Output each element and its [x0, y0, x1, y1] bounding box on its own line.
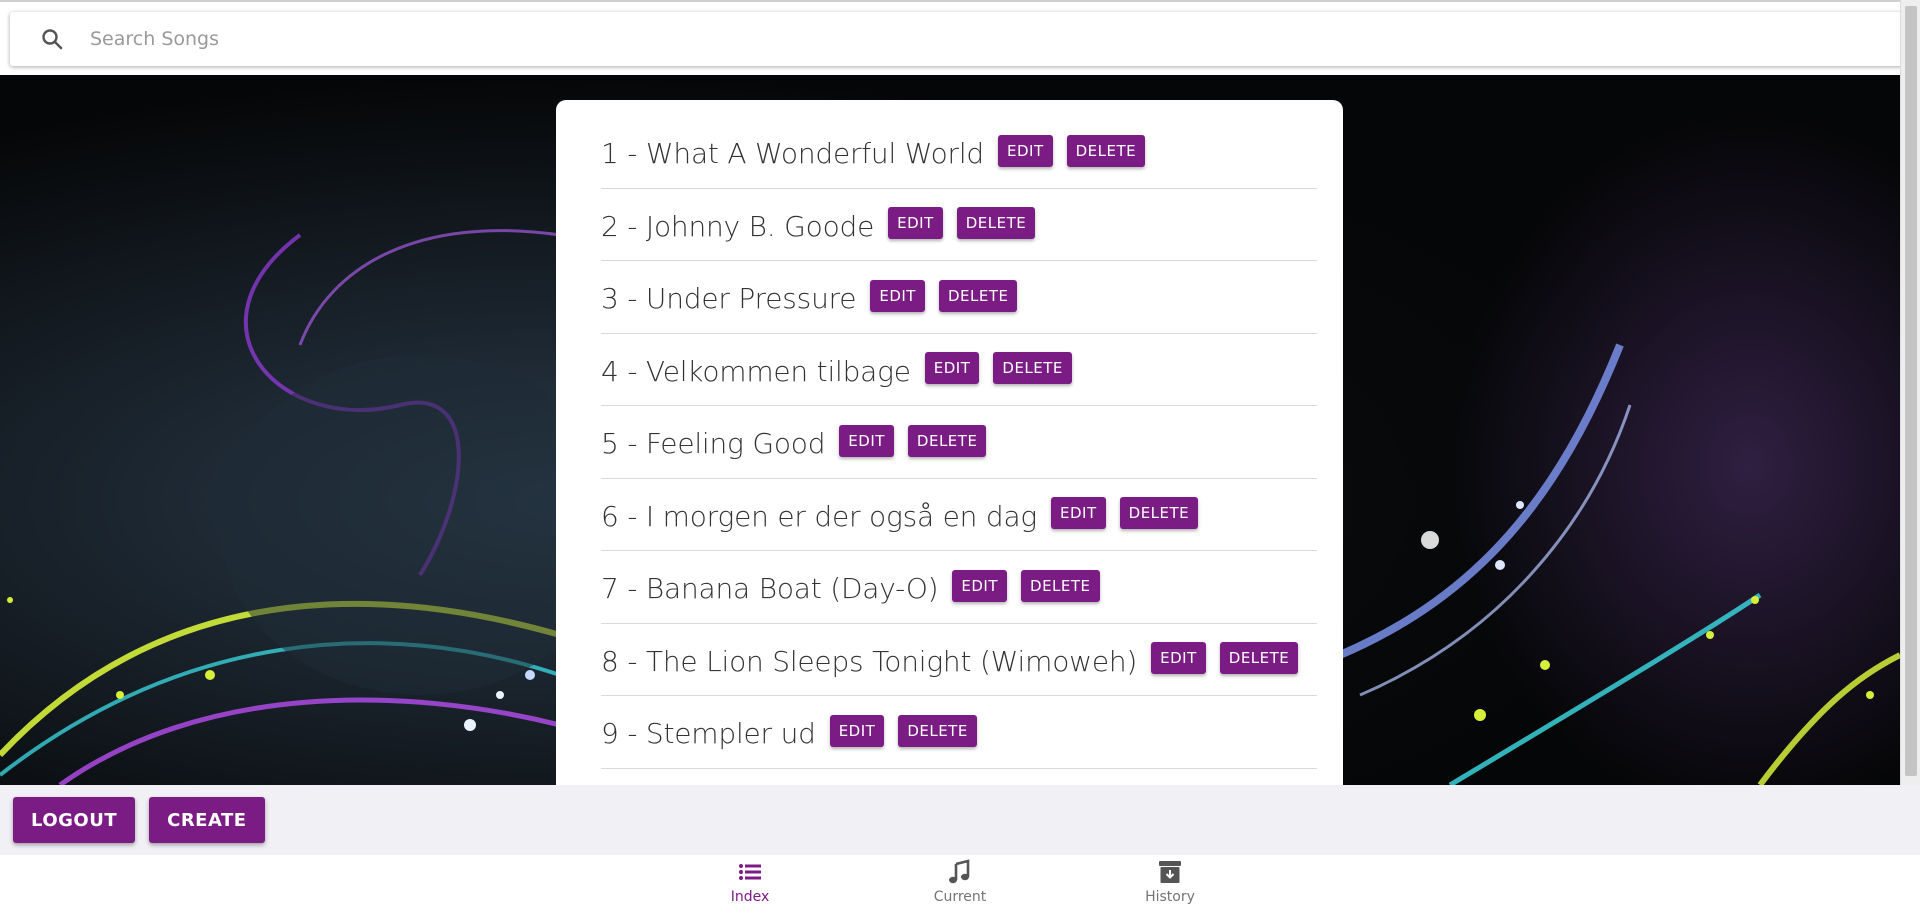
edit-button[interactable]: EDIT	[998, 134, 1053, 167]
edit-button[interactable]: EDIT	[839, 424, 894, 457]
delete-button[interactable]: DELETE	[907, 424, 987, 457]
nav-item-history[interactable]: History	[1065, 855, 1275, 913]
logout-button[interactable]: LOGOUT	[13, 797, 136, 843]
song-row: 3 - Under Pressure EDIT DELETE	[601, 261, 1317, 334]
song-title[interactable]: 6 - I morgen er der også en dag	[601, 500, 1037, 533]
search-header	[0, 0, 1920, 75]
song-title[interactable]: 1 - What A Wonderful World	[601, 137, 984, 170]
nav-item-current[interactable]: Current	[855, 855, 1065, 913]
delete-button[interactable]: DELETE	[898, 714, 977, 747]
song-list-card: 1 - What A Wonderful World EDIT DELETE 2…	[556, 100, 1343, 785]
song-row: 7 - Banana Boat (Day-O) EDIT DELETE	[601, 551, 1317, 624]
list-icon	[739, 864, 761, 880]
song-list: 1 - What A Wonderful World EDIT DELETE 2…	[601, 116, 1317, 769]
nav-label: History	[1145, 889, 1195, 905]
bottom-navigation: Index Current History	[0, 855, 1920, 913]
delete-button[interactable]: DELETE	[993, 352, 1072, 385]
page-scrollbar[interactable]	[1900, 0, 1920, 785]
delete-button[interactable]: DELETE	[1066, 134, 1146, 167]
song-title[interactable]: 7 - Banana Boat (Day-O)	[601, 572, 939, 605]
search-icon[interactable]	[40, 27, 64, 51]
song-title[interactable]: 2 - Johnny B. Goode	[601, 210, 874, 243]
search-bar[interactable]	[10, 12, 1908, 66]
song-row: 5 - Feeling Good EDIT DELETE	[601, 406, 1317, 479]
song-row: 2 - Johnny B. Goode EDIT DELETE	[601, 189, 1317, 261]
delete-button[interactable]: DELETE	[1219, 642, 1299, 675]
delete-button[interactable]: DELETE	[956, 207, 1036, 240]
scrollbar-thumb[interactable]	[1905, 6, 1917, 776]
edit-button[interactable]: EDIT	[952, 569, 1008, 602]
song-row: 9 - Stempler ud EDIT DELETE	[601, 696, 1317, 769]
delete-button[interactable]: DELETE	[1021, 569, 1100, 602]
song-title[interactable]: 4 - Velkommen tilbage	[601, 355, 911, 388]
edit-button[interactable]: EDIT	[1151, 642, 1206, 675]
delete-button[interactable]: DELETE	[938, 279, 1018, 312]
song-row: 1 - What A Wonderful World EDIT DELETE	[601, 116, 1317, 189]
song-title[interactable]: 9 - Stempler ud	[601, 717, 816, 750]
song-row: 4 - Velkommen tilbage EDIT DELETE	[601, 334, 1317, 406]
delete-button[interactable]: DELETE	[1119, 497, 1199, 530]
edit-button[interactable]: EDIT	[924, 352, 980, 385]
song-row: 6 - I morgen er der også en dag EDIT DEL…	[601, 479, 1317, 551]
edit-button[interactable]: EDIT	[829, 714, 885, 747]
create-button[interactable]: CREATE	[149, 797, 265, 843]
song-title[interactable]: 5 - Feeling Good	[601, 427, 825, 460]
edit-button[interactable]: EDIT	[1051, 497, 1106, 530]
edit-button[interactable]: EDIT	[870, 279, 925, 312]
edit-button[interactable]: EDIT	[888, 207, 943, 240]
search-input[interactable]	[90, 28, 1908, 50]
song-row: 8 - The Lion Sleeps Tonight (Wimoweh) ED…	[601, 624, 1317, 696]
song-title[interactable]: 8 - The Lion Sleeps Tonight (Wimoweh)	[601, 645, 1137, 678]
nav-item-index[interactable]: Index	[645, 855, 855, 913]
action-bar: LOGOUT CREATE	[0, 785, 1920, 855]
nav-label: Index	[730, 889, 770, 905]
nav-label: Current	[933, 889, 987, 905]
archive-icon	[1159, 861, 1181, 883]
music-note-icon	[949, 859, 970, 884]
song-title[interactable]: 3 - Under Pressure	[601, 282, 857, 315]
